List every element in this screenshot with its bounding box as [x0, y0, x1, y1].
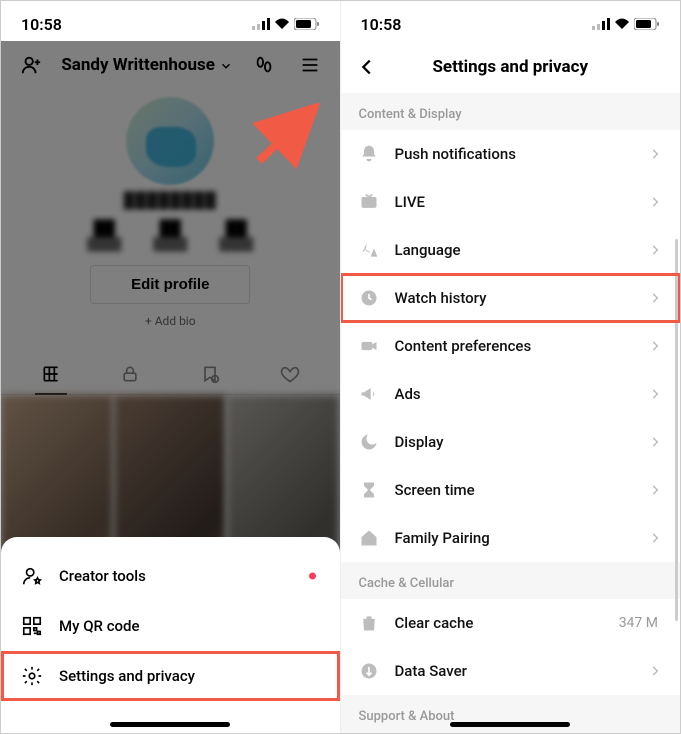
settings-row-ads[interactable]: Ads — [341, 370, 681, 418]
settings-row-screen-time[interactable]: Screen time — [341, 466, 681, 514]
person-star-icon — [21, 565, 43, 587]
chevron-right-icon — [648, 291, 662, 305]
language-icon — [359, 240, 379, 260]
settings-row-live[interactable]: LIVE — [341, 178, 681, 226]
sheet-item-creator-tools[interactable]: Creator tools — [1, 551, 340, 601]
settings-row-content-preferences[interactable]: Content preferences — [341, 322, 681, 370]
sheet-item-settings-privacy[interactable]: Settings and privacy — [1, 651, 340, 701]
battery-icon — [634, 18, 660, 30]
settings-row-display[interactable]: Display — [341, 418, 681, 466]
cache-size: 347 M — [619, 615, 658, 631]
chevron-right-icon — [648, 339, 662, 353]
section-header: Content & Display — [341, 93, 681, 130]
chevron-left-icon — [356, 56, 378, 78]
signal-icon — [252, 18, 270, 30]
wifi-icon — [274, 18, 290, 30]
clock-icon — [359, 288, 379, 308]
status-time: 10:58 — [21, 15, 62, 34]
qr-code-icon — [21, 615, 43, 637]
chevron-right-icon — [648, 483, 662, 497]
status-bar: 10:58 — [341, 1, 681, 41]
section-header: Cache & Cellular — [341, 562, 681, 599]
status-icons — [592, 18, 660, 30]
chevron-right-icon — [648, 435, 662, 449]
home-indicator — [110, 722, 230, 727]
gear-icon — [21, 665, 43, 687]
moon-icon — [359, 432, 379, 452]
bell-icon — [359, 144, 379, 164]
status-time: 10:58 — [361, 15, 402, 34]
trash-icon — [359, 613, 379, 633]
signal-icon — [592, 18, 610, 30]
settings-row-watch-history[interactable]: Watch history — [341, 274, 681, 322]
sheet-item-label: Creator tools — [59, 567, 146, 585]
menu-bottom-sheet: Creator tools My QR code Settings and pr… — [1, 537, 340, 733]
chevron-right-icon — [648, 243, 662, 257]
settings-row-push-notifications[interactable]: Push notifications — [341, 130, 681, 178]
settings-row-family-pairing[interactable]: Family Pairing — [341, 514, 681, 562]
settings-row-clear-cache[interactable]: Clear cache 347 M — [341, 599, 681, 647]
hourglass-icon — [359, 480, 379, 500]
video-icon — [359, 336, 379, 356]
sheet-item-label: Settings and privacy — [59, 667, 195, 685]
wifi-icon — [614, 18, 630, 30]
chevron-right-icon — [648, 195, 662, 209]
notification-dot-icon — [309, 573, 316, 580]
chevron-right-icon — [648, 387, 662, 401]
settings-row-language[interactable]: Language — [341, 226, 681, 274]
chevron-right-icon — [648, 664, 662, 678]
battery-icon — [294, 18, 320, 30]
status-bar: 10:58 — [1, 1, 340, 41]
data-saver-icon — [359, 661, 379, 681]
live-icon — [359, 192, 379, 212]
home-icon — [359, 528, 379, 548]
status-icons — [252, 18, 320, 30]
back-button[interactable] — [347, 51, 387, 83]
home-indicator — [450, 722, 570, 727]
settings-row-data-saver[interactable]: Data Saver — [341, 647, 681, 695]
sheet-item-label: My QR code — [59, 617, 140, 635]
chevron-right-icon — [648, 531, 662, 545]
sheet-item-qr-code[interactable]: My QR code — [1, 601, 340, 651]
megaphone-icon — [359, 384, 379, 404]
page-title: Settings and privacy — [387, 57, 635, 77]
chevron-right-icon — [648, 147, 662, 161]
